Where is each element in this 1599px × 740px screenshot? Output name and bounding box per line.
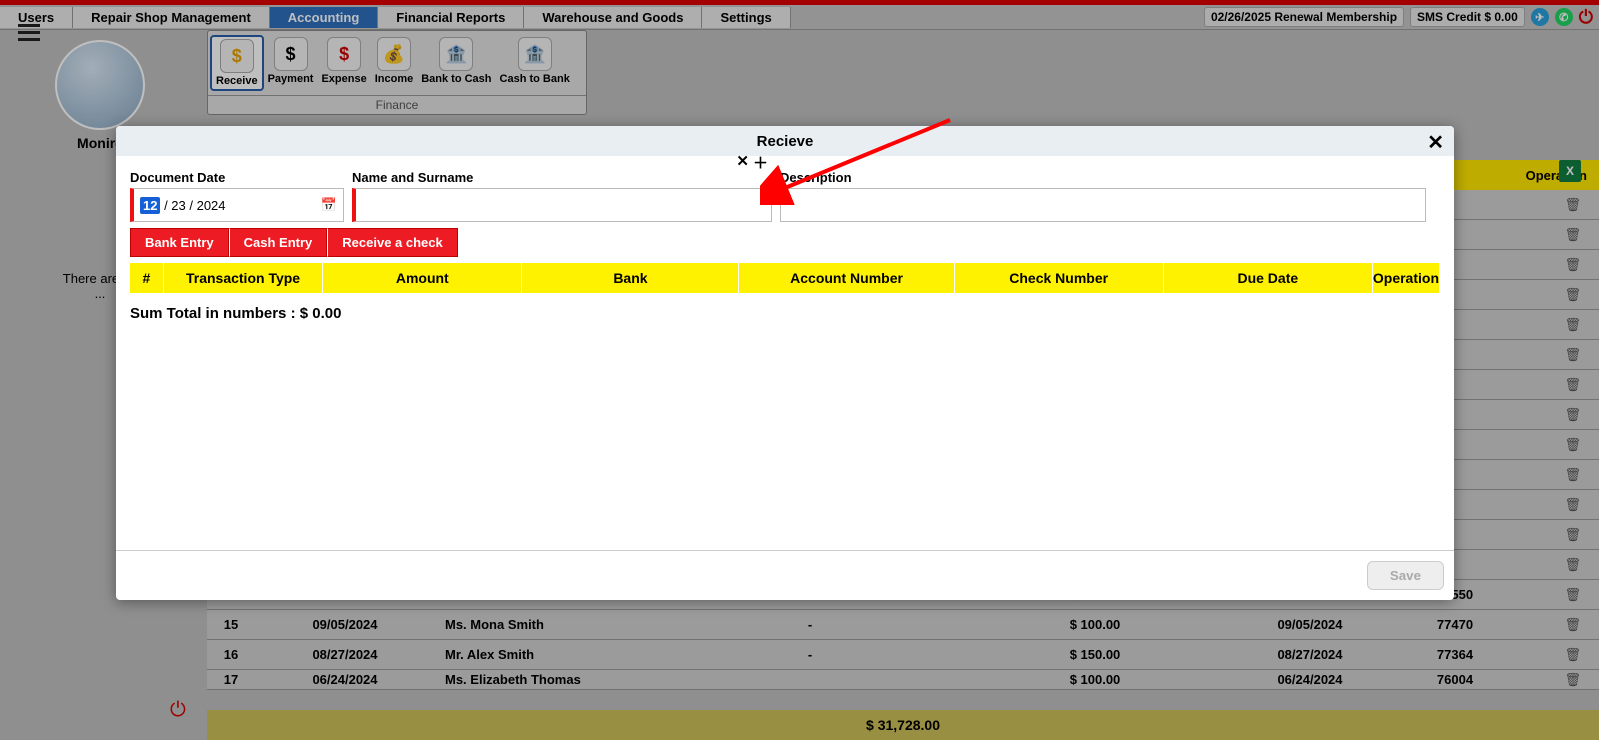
bank-entry-button[interactable]: Bank Entry [130, 228, 229, 257]
sum-total: Sum Total in numbers : $ 0.00 [130, 305, 1440, 322]
receive-modal: Recieve ✕ Document Date 12 / 23 / 2024 📅… [116, 126, 1454, 600]
description-input[interactable] [780, 188, 1426, 222]
doc-date-label: Document Date [130, 170, 344, 185]
name-label: Name and Surname [352, 170, 772, 185]
close-icon[interactable]: ✕ [1427, 130, 1444, 155]
add-icon[interactable]: ＋ [753, 152, 768, 173]
save-button[interactable]: Save [1367, 561, 1444, 590]
cash-entry-button[interactable]: Cash Entry [229, 228, 328, 257]
receive-check-button[interactable]: Receive a check [327, 228, 457, 257]
modal-title: Recieve [757, 133, 814, 150]
desc-label: Description [780, 170, 1426, 185]
clear-icon[interactable]: ✕ [736, 152, 749, 173]
entries-table-header: # Transaction Type Amount Bank Account N… [130, 263, 1440, 293]
document-date-input[interactable]: 12 / 23 / 2024 📅 [130, 188, 344, 222]
name-surname-input[interactable] [352, 188, 772, 222]
calendar-icon[interactable]: 📅 [321, 197, 337, 213]
